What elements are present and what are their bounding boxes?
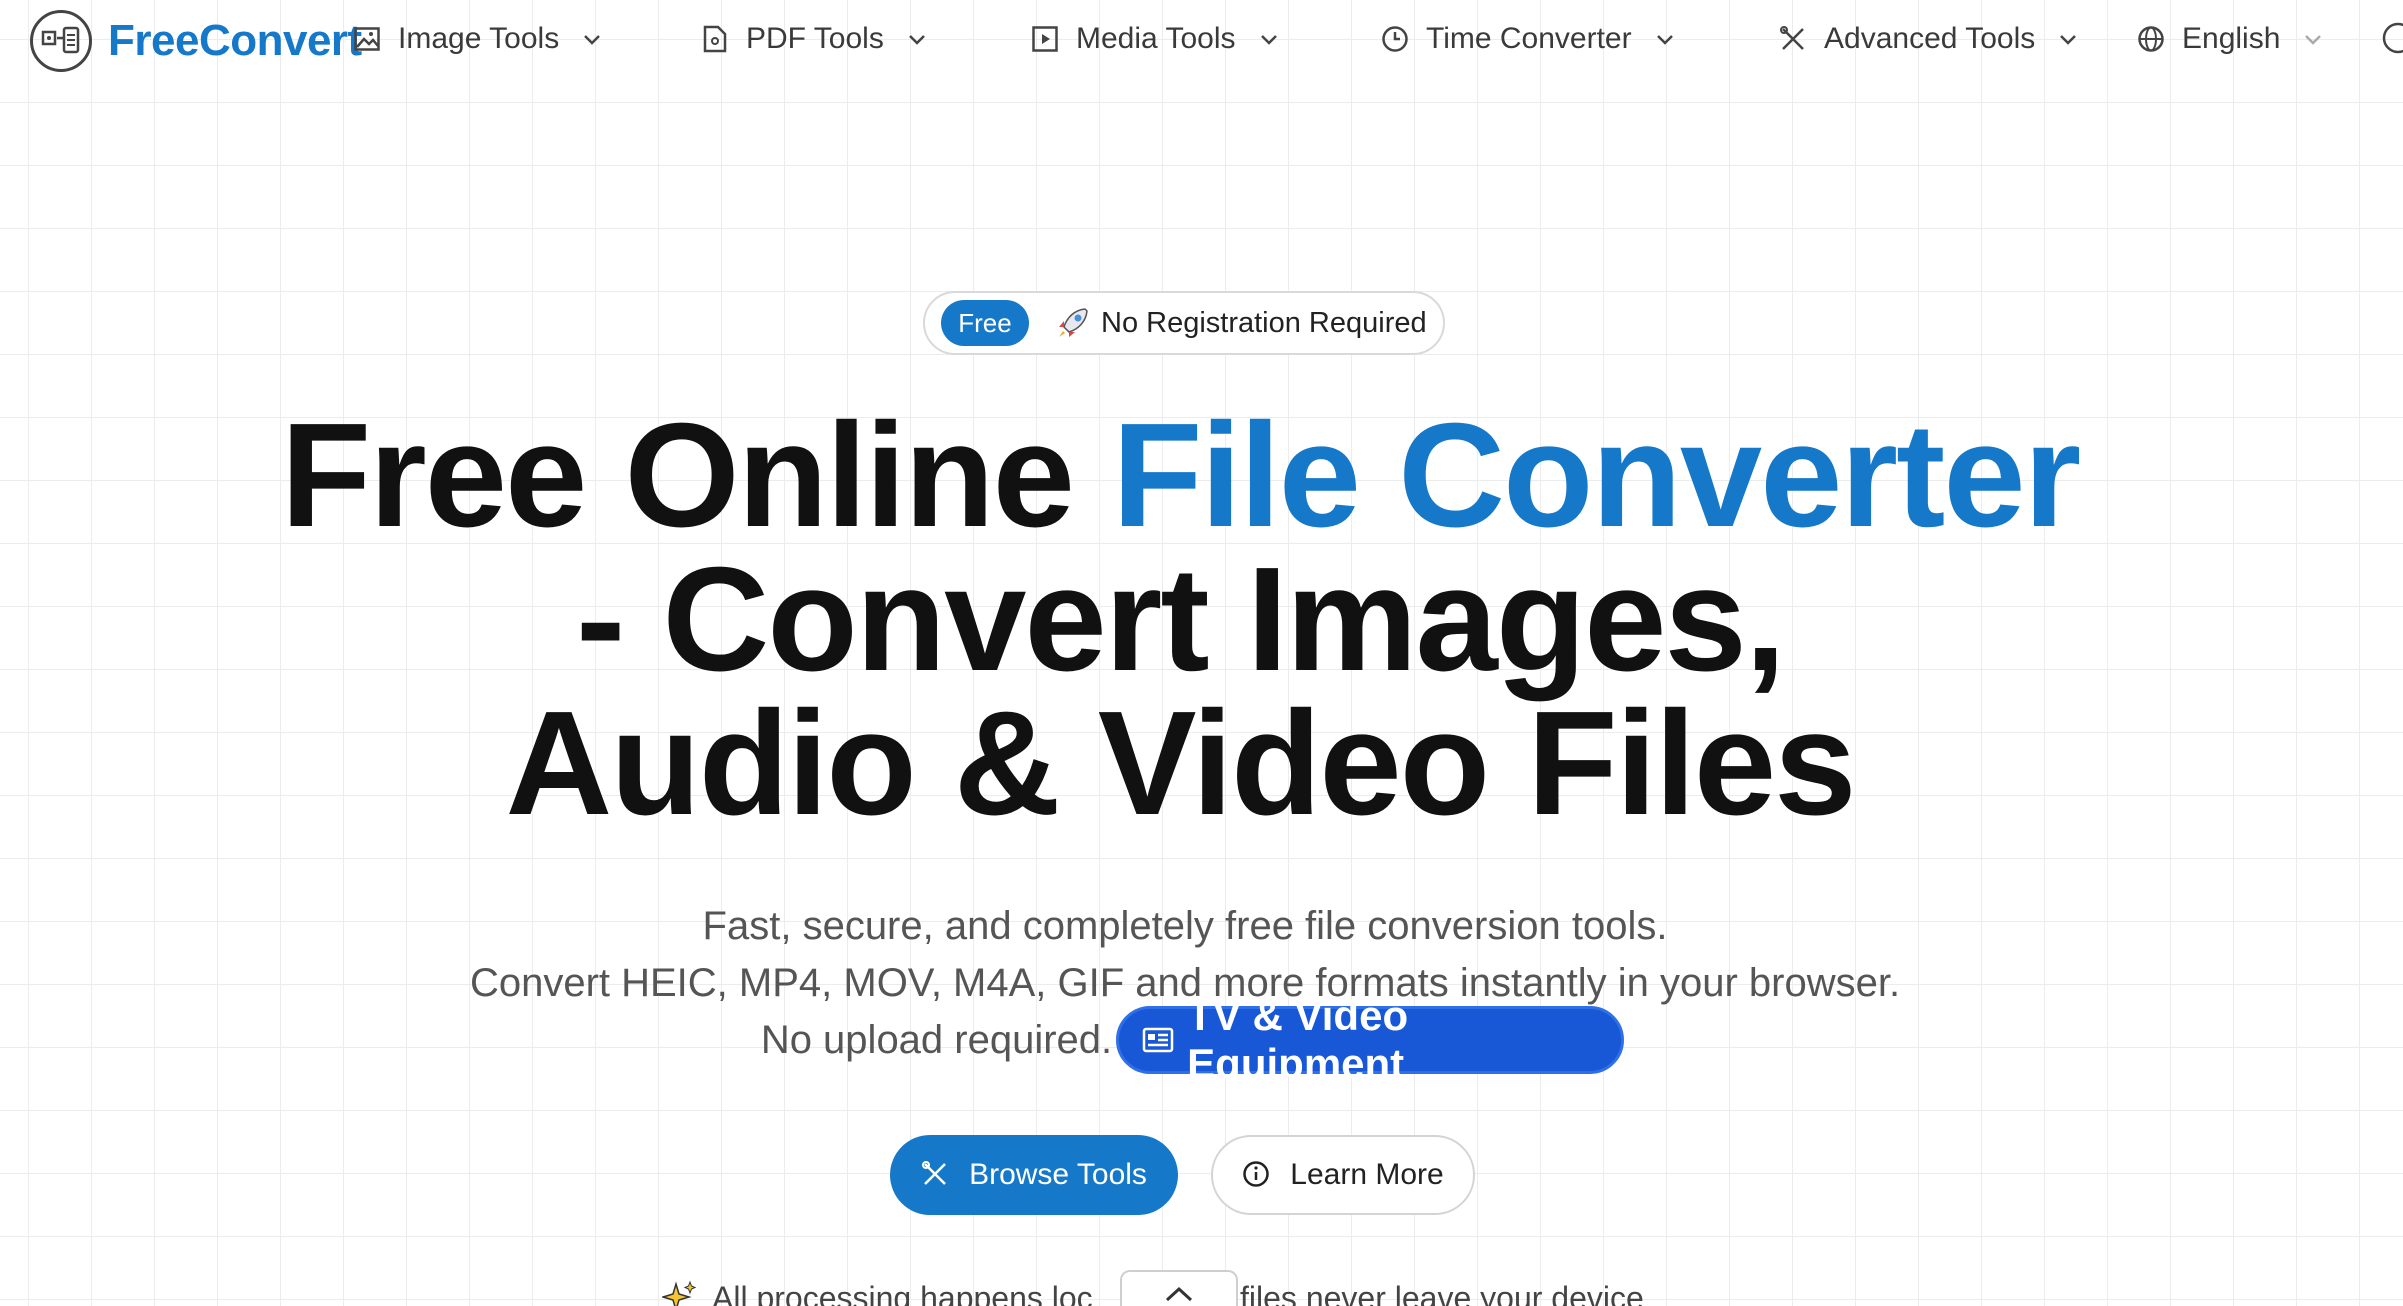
rocket-icon — [1055, 305, 1091, 341]
subtitle-line3: No upload required. — [760, 1017, 1113, 1062]
nav-time-converter[interactable]: Time Converter — [1380, 18, 1676, 60]
image-icon — [352, 24, 382, 54]
clock-icon — [1380, 24, 1410, 54]
browse-tools-label: Browse Tools — [969, 1158, 1147, 1191]
page-title: Free Online File Converter - Convert Ima… — [100, 402, 2260, 838]
sparkle-icon — [662, 1280, 698, 1306]
title-part1: Free Online — [280, 393, 1113, 558]
chevron-up-icon — [1162, 1283, 1196, 1306]
browse-tools-button[interactable]: Browse Tools — [890, 1135, 1178, 1215]
title-accent: File Converter — [1112, 393, 2081, 558]
no-registration-badge: Free No Registration Required — [923, 291, 1445, 355]
nav-media-tools[interactable]: Media Tools — [1030, 18, 1280, 60]
scroll-up-button[interactable] — [1120, 1270, 1238, 1306]
globe-icon — [2136, 24, 2166, 54]
title-line3: Audio & Video Files — [505, 681, 1857, 846]
chevron-down-icon — [1258, 28, 1280, 50]
brand-name: FreeConvert — [108, 16, 362, 65]
tools-icon — [921, 1160, 951, 1190]
chevron-down-icon — [581, 28, 603, 50]
nav-label: Media Tools — [1076, 22, 1236, 55]
nav-label: English — [2182, 22, 2281, 55]
nav-label: Advanced Tools — [1824, 22, 2036, 55]
info-icon — [1242, 1160, 1272, 1190]
privacy-note-left: All processing happens loc — [712, 1279, 1093, 1306]
play-icon — [1030, 24, 1060, 54]
nav-label: Time Converter — [1426, 22, 1632, 55]
document-icon — [700, 24, 730, 54]
theme-toggle-icon[interactable] — [2378, 18, 2403, 58]
chevron-down-icon — [2057, 28, 2079, 50]
chevron-down-icon — [2302, 28, 2324, 50]
subtitle-line2: Convert HEIC, MP4, MOV, M4A, GIF and mor… — [469, 961, 1901, 1005]
privacy-note-right: ur files never leave your device — [1202, 1279, 1644, 1306]
tools-icon — [1778, 24, 1808, 54]
popup-label: TV & Video Equipment — [1187, 992, 1409, 1087]
nav-image-tools[interactable]: Image Tools — [352, 18, 603, 60]
freeconvert-logo-icon — [30, 10, 92, 72]
title-line2: - Convert Images, — [576, 537, 1786, 702]
learn-more-button[interactable]: Learn More — [1211, 1135, 1475, 1215]
brand-logo[interactable]: FreeConvert — [30, 10, 362, 72]
nav-label: Image Tools — [398, 22, 560, 55]
tv-list-icon — [1141, 1023, 1175, 1057]
subtitle-line1: Fast, secure, and completely free file c… — [702, 904, 1668, 948]
learn-more-label: Learn More — [1290, 1158, 1444, 1191]
free-pill: Free — [941, 300, 1029, 346]
chevron-down-icon — [1654, 28, 1676, 50]
badge-text: No Registration Required — [1101, 306, 1427, 339]
subtitle-line3-row: No upload required. TV & Video Equipment — [0, 992, 2403, 1087]
chevron-down-icon — [906, 28, 928, 50]
top-navigation: FreeConvert Image Tools PDF Tools Media … — [0, 0, 2403, 78]
category-popup-chip[interactable]: TV & Video Equipment — [1116, 992, 1625, 1087]
nav-language-select[interactable]: English — [2136, 18, 2324, 60]
nav-label: PDF Tools — [746, 22, 884, 55]
nav-pdf-tools[interactable]: PDF Tools — [700, 18, 928, 60]
nav-advanced-tools[interactable]: Advanced Tools — [1778, 18, 2079, 60]
